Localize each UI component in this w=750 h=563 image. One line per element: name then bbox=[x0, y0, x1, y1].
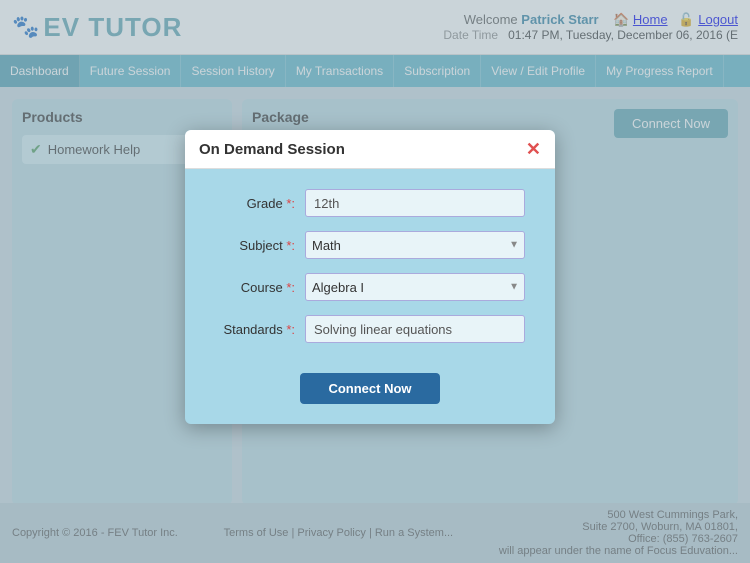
modal-footer: Connect Now bbox=[185, 367, 555, 404]
standards-row: Standards *: bbox=[215, 315, 525, 343]
grade-required: *: bbox=[286, 196, 295, 211]
subject-select-wrapper: Math ▼ bbox=[305, 231, 525, 259]
grade-label: Grade *: bbox=[215, 196, 305, 211]
subject-row: Subject *: Math ▼ bbox=[215, 231, 525, 259]
modal-title: On Demand Session bbox=[199, 141, 345, 158]
subject-required: *: bbox=[286, 238, 295, 253]
standards-required: *: bbox=[286, 322, 295, 337]
standards-label: Standards *: bbox=[215, 322, 305, 337]
standards-input[interactable] bbox=[305, 315, 525, 343]
course-required: *: bbox=[286, 280, 295, 295]
course-select[interactable]: Algebra I bbox=[305, 273, 525, 301]
subject-label: Subject *: bbox=[215, 238, 305, 253]
grade-row: Grade *: bbox=[215, 189, 525, 217]
course-row: Course *: Algebra I ▼ bbox=[215, 273, 525, 301]
modal-header: On Demand Session ✕ bbox=[185, 130, 555, 169]
course-select-wrapper: Algebra I ▼ bbox=[305, 273, 525, 301]
subject-select[interactable]: Math bbox=[305, 231, 525, 259]
modal-body: Grade *: Subject *: Math ▼ Course *: bbox=[185, 169, 555, 367]
on-demand-session-modal: On Demand Session ✕ Grade *: Subject *: … bbox=[185, 130, 555, 424]
course-label: Course *: bbox=[215, 280, 305, 295]
modal-connect-button[interactable]: Connect Now bbox=[300, 373, 439, 404]
modal-close-button[interactable]: ✕ bbox=[526, 140, 541, 158]
grade-input[interactable] bbox=[305, 189, 525, 217]
